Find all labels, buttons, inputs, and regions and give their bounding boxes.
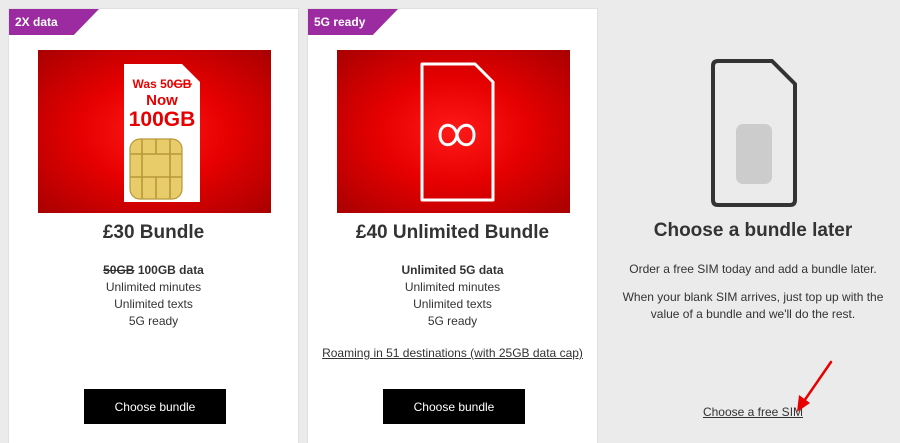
feature-texts: Unlimited texts bbox=[114, 297, 193, 311]
new-data-allowance: 100GB data bbox=[137, 263, 204, 277]
feature-minutes: Unlimited minutes bbox=[404, 280, 501, 294]
feature-network: 5G ready bbox=[128, 314, 179, 328]
later-description-2-line-1: When your blank SIM arrives, just top up… bbox=[622, 290, 884, 304]
bundle-card-40-unlimited: 5G ready £40 Unlimited Bundle Unlimited … bbox=[307, 8, 598, 443]
choose-bundle-30-button[interactable]: Choose bundle bbox=[84, 389, 226, 424]
bundle-features: 50GB 100GB data Unlimited minutes Unlimi… bbox=[9, 262, 298, 330]
feature-minutes: Unlimited minutes bbox=[105, 280, 202, 294]
annotation-arrow-icon bbox=[797, 360, 833, 412]
choose-bundle-40-button[interactable]: Choose bundle bbox=[383, 389, 525, 424]
sim-card-100gb-icon: Was 50GB Now 100GB bbox=[124, 64, 200, 202]
sim-now-text: Now bbox=[146, 92, 178, 109]
sim-card-infinity-icon bbox=[420, 62, 495, 202]
bundle-card-30: 2X data Was 50GB Now 100GB £30 Bundle 50… bbox=[8, 8, 299, 443]
feature-data: Unlimited 5G data bbox=[308, 262, 597, 279]
5g-badge: 5G ready bbox=[308, 9, 398, 35]
sim-amount-text: 100GB bbox=[129, 108, 196, 131]
feature-texts: Unlimited texts bbox=[413, 297, 492, 311]
roaming-link[interactable]: Roaming in 51 destinations (with 25GB da… bbox=[322, 346, 583, 360]
bundle-title: £30 Bundle bbox=[102, 222, 205, 243]
choose-later-panel: Choose a bundle later Order a free SIM t… bbox=[606, 0, 900, 443]
sim-card-image bbox=[337, 50, 570, 213]
feature-data: 50GB 100GB data bbox=[9, 262, 298, 279]
later-title: Choose a bundle later bbox=[653, 220, 853, 241]
free-sim-wrap: Choose a free SIM bbox=[606, 403, 900, 421]
old-data-allowance: 50GB bbox=[103, 263, 135, 277]
later-description-2-line-2: value of a bundle and we'll do the rest. bbox=[650, 307, 856, 321]
blank-sim-icon bbox=[711, 59, 797, 207]
data-allowance: Unlimited 5G data bbox=[401, 263, 504, 277]
bundle-features: Unlimited 5G data Unlimited minutes Unli… bbox=[308, 262, 597, 330]
roaming-info: Roaming in 51 destinations (with 25GB da… bbox=[308, 344, 597, 362]
later-description-1: Order a free SIM today and add a bundle … bbox=[629, 262, 877, 276]
sim-card-image: Was 50GB Now 100GB bbox=[38, 50, 271, 213]
feature-network: 5G ready bbox=[427, 314, 478, 328]
bundle-title: £40 Unlimited Bundle bbox=[355, 222, 550, 243]
data-badge: 2X data bbox=[9, 9, 99, 35]
